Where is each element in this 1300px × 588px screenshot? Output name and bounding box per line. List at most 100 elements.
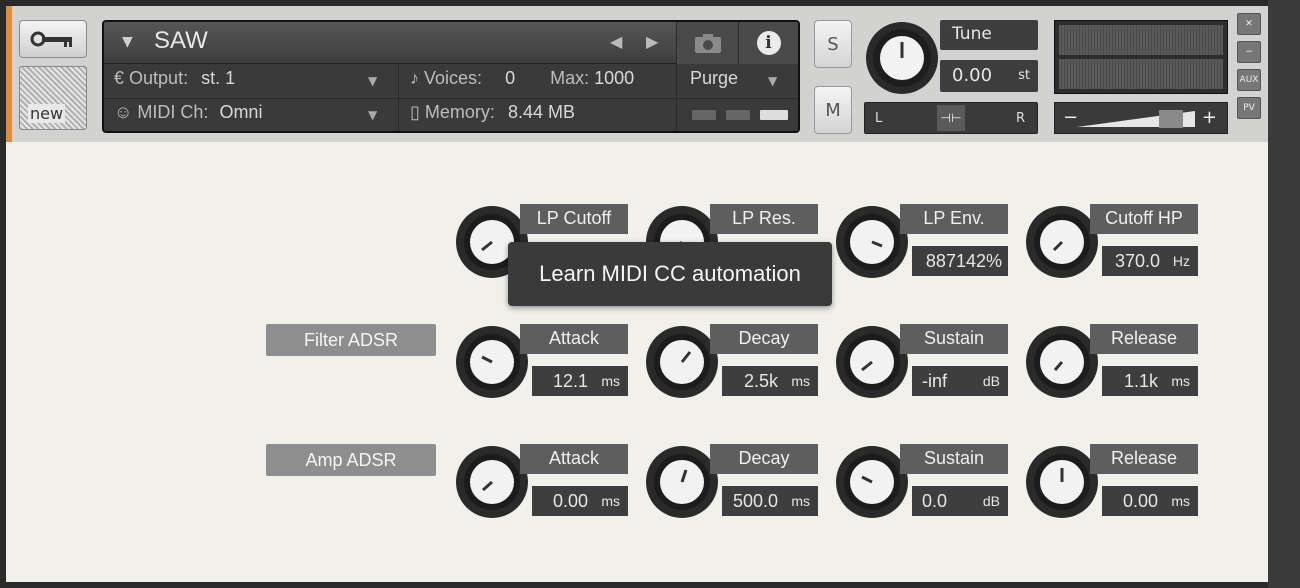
level-meter-left	[1059, 25, 1223, 55]
lp-cutoff-label: LP Cutoff	[520, 204, 628, 234]
cutoff-hp-value-number: 370.0	[1114, 251, 1160, 271]
amp-attack-unit: ms	[601, 493, 620, 509]
cutoff-hp-label: Cutoff HP	[1090, 204, 1198, 234]
aux-button[interactable]: AUX	[1237, 69, 1261, 91]
lp-env-label: LP Env.	[900, 204, 1008, 234]
filter-release-value-number: 1.1k	[1123, 371, 1158, 391]
lp-res-label: LP Res.	[710, 204, 818, 234]
next-instrument-icon[interactable]: ▶	[646, 32, 658, 51]
level-meter-right	[1059, 59, 1223, 89]
amp-decay-value-number: 500.0	[732, 491, 778, 511]
amp-release-knob[interactable]	[1024, 444, 1100, 520]
filter-adsr-section-button[interactable]: Filter ADSR	[266, 324, 436, 356]
minimize-button[interactable]: −	[1237, 41, 1261, 63]
selection-accent-bar	[6, 6, 12, 142]
max-voices-value[interactable]: 1000	[594, 68, 634, 88]
volume-plus-label: +	[1201, 107, 1217, 128]
info-button[interactable]: i	[738, 22, 798, 64]
window-edge	[1268, 0, 1300, 588]
level-meter	[1054, 20, 1228, 94]
tune-knob[interactable]	[864, 20, 940, 96]
amp-sustain-value[interactable]: 0.0 dB	[912, 486, 1008, 516]
output-selector[interactable]: € Output: st. 1	[114, 68, 398, 102]
midi-dropdown-icon[interactable]: ▼	[368, 108, 377, 122]
lp-env-value[interactable]: 887142%	[912, 246, 1008, 276]
filter-sustain-unit: dB	[982, 373, 1000, 389]
filter-decay-knob[interactable]	[644, 324, 720, 400]
amp-release-unit: ms	[1171, 493, 1190, 509]
mute-button[interactable]: M	[814, 86, 852, 134]
filter-release-unit: ms	[1171, 373, 1190, 389]
edit-instrument-button[interactable]	[19, 20, 87, 58]
amp-release-value[interactable]: 0.00 ms	[1102, 486, 1198, 516]
filter-release-label: Release	[1090, 324, 1198, 354]
instrument-name[interactable]: SAW	[154, 27, 208, 55]
filter-decay-value[interactable]: 2.5k ms	[722, 366, 818, 396]
amp-attack-knob[interactable]	[454, 444, 530, 520]
midi-channel-selector[interactable]: ☺ MIDI Ch: Omni	[114, 102, 398, 131]
close-button[interactable]: ✕	[1237, 13, 1261, 35]
midi-channel-label: MIDI Ch:	[137, 102, 209, 122]
memory-label: Memory:	[424, 102, 495, 122]
voices-label: Voices:	[424, 68, 483, 88]
volume-ramp-icon	[1077, 110, 1195, 128]
lp-env-value-number: 887142%	[925, 251, 1002, 271]
filter-release-value[interactable]: 1.1k ms	[1102, 366, 1198, 396]
midi-channel-value: Omni	[219, 102, 263, 122]
purge-indicator-1	[692, 110, 716, 120]
amp-attack-value[interactable]: 0.00 ms	[532, 486, 628, 516]
instrument-title-row: ▼ SAW ◀ ▶ i	[104, 22, 798, 64]
filter-sustain-value[interactable]: -inf dB	[912, 366, 1008, 396]
memory-value: 8.44 MB	[507, 102, 575, 122]
volume-minus-label: −	[1063, 107, 1079, 128]
amp-decay-value[interactable]: 500.0 ms	[722, 486, 818, 516]
amp-sustain-unit: dB	[982, 493, 1000, 509]
filter-release-knob[interactable]	[1024, 324, 1100, 400]
output-icon: €	[114, 68, 125, 88]
filter-attack-knob[interactable]	[454, 324, 530, 400]
amp-adsr-section-button[interactable]: Amp ADSR	[266, 444, 436, 476]
filter-attack-value[interactable]: 12.1 ms	[532, 366, 628, 396]
filter-sustain-knob[interactable]	[834, 324, 910, 400]
snapshot-button[interactable]	[676, 22, 738, 64]
voices-icon: ♪	[410, 68, 419, 88]
filter-attack-label: Attack	[520, 324, 628, 354]
collapse-icon[interactable]: ▼	[122, 34, 133, 50]
tune-value[interactable]: 0.00 st	[940, 60, 1038, 92]
purge-dropdown-icon[interactable]: ▼	[768, 74, 777, 88]
instrument-info-panel: ▼ SAW ◀ ▶ i € Output: st. 1 ▼ ♪ Voices: …	[102, 20, 800, 133]
pv-button[interactable]: PV	[1237, 97, 1261, 119]
midi-learn-tooltip: Learn MIDI CC automation	[508, 242, 832, 306]
filter-decay-value-number: 2.5k	[743, 371, 778, 391]
amp-sustain-knob[interactable]	[834, 444, 910, 520]
tune-value-number: 0.00	[952, 65, 993, 86]
filter-attack-value-number: 12.1	[552, 371, 588, 391]
amp-decay-knob[interactable]	[644, 444, 720, 520]
previous-instrument-icon[interactable]: ◀	[610, 32, 622, 51]
cutoff-hp-value[interactable]: 370.0 Hz	[1102, 246, 1198, 276]
new-badge-label: new	[28, 104, 66, 123]
cutoff-hp-knob[interactable]	[1024, 204, 1100, 280]
midi-icon: ☺	[114, 102, 133, 122]
memory-icon: ▯	[410, 102, 420, 122]
pan-handle-icon[interactable]: ⊣⊢	[937, 105, 965, 131]
pan-left-label: L	[875, 111, 883, 126]
memory-display: ▯ Memory: 8.44 MB	[410, 102, 682, 131]
volume-slider[interactable]: − +	[1054, 102, 1228, 134]
amp-sustain-label: Sustain	[900, 444, 1008, 474]
pan-slider[interactable]: L ⊣⊢ R	[864, 102, 1038, 134]
camera-icon	[694, 34, 721, 53]
instrument-icon-badge[interactable]: new	[19, 66, 87, 130]
output-dropdown-icon[interactable]: ▼	[368, 74, 377, 88]
amp-decay-label: Decay	[710, 444, 818, 474]
amp-sustain-value-number: 0.0	[922, 491, 948, 511]
lp-env-knob[interactable]	[834, 204, 910, 280]
max-voices-label: Max:	[550, 68, 590, 88]
purge-indicator-2	[726, 110, 750, 120]
tune-unit: st	[1018, 68, 1030, 83]
divider	[104, 98, 798, 99]
filter-attack-unit: ms	[601, 373, 620, 389]
solo-button[interactable]: S	[814, 20, 852, 68]
filter-decay-label: Decay	[710, 324, 818, 354]
wrench-icon	[30, 31, 72, 47]
